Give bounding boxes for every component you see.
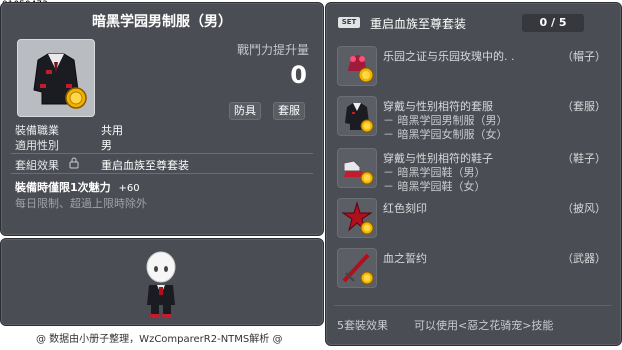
uniform-icon <box>345 103 374 133</box>
gender-label: 適用性別 <box>15 139 59 152</box>
set-bonus-description: 可以使用<惡之花骑宠>技能 <box>414 319 554 332</box>
set-item-icon-frame <box>337 198 377 238</box>
set-effect-row: 套組效果 <box>15 157 59 173</box>
set-item-name: 乐园之证与乐园玫瑰中的. . <box>383 50 515 63</box>
set-item-shoes: 穿戴与性别相符的鞋子 （鞋子） － 暗黑学园鞋（男） － 暗黑学园鞋（女） <box>333 148 620 194</box>
set-item-icon-frame <box>337 46 377 86</box>
combat-power-label: 戰鬥力提升量 <box>236 43 309 57</box>
set-progress-count: 0 / 5 <box>522 14 584 32</box>
job-row: 裝備職業 <box>15 122 59 138</box>
set-item-weapon: 血之誓约 （武器） <box>333 248 620 288</box>
set-item-cape: 红色刻印 （披风） <box>333 198 620 238</box>
gender-value: 男 <box>101 139 112 152</box>
set-title: 重启血族至尊套装 <box>370 17 467 31</box>
set-item-icon-frame <box>337 148 377 188</box>
set-effect-label: 套組效果 <box>15 159 59 172</box>
uniform-icon <box>33 53 87 109</box>
divider <box>11 153 313 154</box>
divider <box>334 305 612 306</box>
set-item-category: （披风） <box>562 202 606 215</box>
category-outfit-tag: 套服 <box>273 102 305 120</box>
gender-row: 適用性別 <box>15 137 59 153</box>
set-bonus-tier: 5套裝效果 <box>337 319 388 332</box>
set-badge: SET <box>338 17 360 28</box>
character-preview-panel <box>0 238 324 326</box>
set-item-category: （套服） <box>562 100 606 113</box>
set-item-icon-frame <box>337 96 377 136</box>
limit-bonus: +60 <box>118 183 140 194</box>
character-avatar <box>146 251 176 318</box>
set-item-uniform: 穿戴与性别相符的套服 （套服） － 暗黑学园男制服（男） － 暗黑学园女制服（女… <box>333 96 620 142</box>
set-item-category: （鞋子） <box>562 152 606 165</box>
job-label: 裝備職業 <box>15 124 59 137</box>
shoes-icon <box>343 160 374 185</box>
lock-icon <box>69 157 79 169</box>
item-icon-frame <box>17 39 95 117</box>
daily-limit-text: 每日限制、超過上限時除外 <box>15 197 147 210</box>
limit-row: 裝備時僅限1次魅力 +60 <box>15 179 140 195</box>
set-item-name: 红色刻印 <box>383 202 427 215</box>
footer-credit: @ 数据由小册子整理，WzComparerR2-NTMS解析 @ <box>36 334 283 345</box>
set-item-category: （帽子） <box>562 50 606 63</box>
divider <box>11 173 313 174</box>
set-item-icon-frame <box>337 248 377 288</box>
item-title: 暗黑学园男制服（男） <box>92 14 232 30</box>
item-tooltip-panel: 暗黑学园男制服（男） 戰鬥力提升量 0 防具 套服 裝備職業 共用 適用性別 男… <box>0 2 324 236</box>
limit-label: 裝備時僅限1次魅力 <box>15 181 111 194</box>
set-item-name: 血之誓约 <box>383 252 427 265</box>
job-value: 共用 <box>101 124 123 137</box>
cape-icon <box>341 201 374 235</box>
set-item-hat: 乐园之证与乐园玫瑰中的. . （帽子） <box>333 46 620 86</box>
set-item-sub: － 暗黑学园女制服（女） <box>383 128 508 141</box>
set-item-category: （武器） <box>562 252 606 265</box>
set-effect-value: 重启血族至尊套装 <box>101 159 189 172</box>
category-armor-tag: 防具 <box>229 102 261 120</box>
set-item-sub: － 暗黑学园鞋（女） <box>383 180 486 193</box>
hat-icon <box>348 55 374 83</box>
combat-power-value: 0 <box>290 61 307 89</box>
weapon-icon <box>342 253 374 285</box>
